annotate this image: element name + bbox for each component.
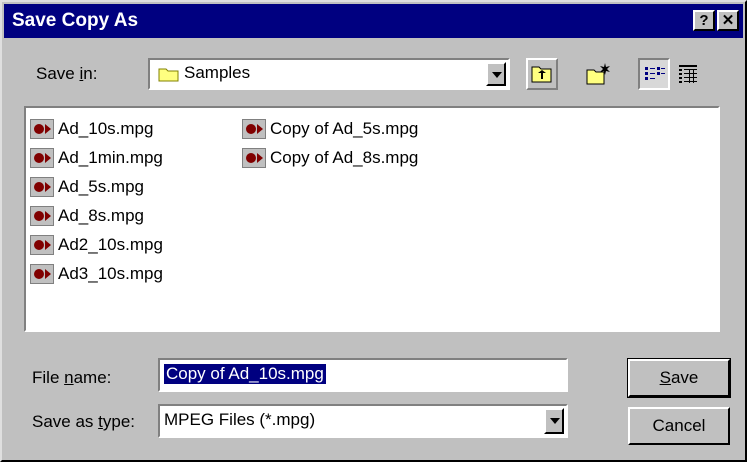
save-button[interactable]: Save [627, 358, 731, 398]
save-as-type-label-suffix: ype: [102, 412, 136, 431]
details-view-icon [679, 65, 697, 83]
file-name-label-accel: n [64, 368, 74, 387]
close-button[interactable]: ✕ [717, 10, 739, 31]
help-button[interactable]: ? [693, 10, 715, 31]
folder-icon [158, 68, 179, 82]
file-list-item[interactable]: Ad_10s.mpg [30, 114, 163, 143]
save-button-label: ave [670, 368, 699, 387]
file-list-item-name: Ad_5s.mpg [58, 176, 144, 196]
video-file-icon [242, 118, 266, 139]
save-in-dropdown-button[interactable] [486, 62, 506, 86]
save-as-type-label: Save as type: [32, 412, 135, 432]
save-in-label: Save in: [36, 64, 97, 84]
file-list-item-name: Ad_1min.mpg [58, 147, 163, 167]
file-name-label: File name: [32, 368, 111, 388]
save-in-label-suffix: n: [83, 64, 98, 83]
file-name-label-suffix: ame: [73, 368, 112, 387]
details-view-button[interactable] [672, 58, 704, 90]
dialog-title: Save Copy As [12, 10, 139, 31]
video-file-icon [242, 147, 266, 168]
video-file-icon [30, 147, 54, 168]
file-list-item-name: Copy of Ad_5s.mpg [270, 118, 419, 138]
save-in-label-prefix: Save [36, 64, 80, 83]
up-one-level-button[interactable] [526, 58, 558, 90]
file-list-column-1: Ad_10s.mpg Ad_1min.mpg Ad_5s.mpg Ad_8s.mpg A… [30, 114, 163, 288]
file-list-item[interactable]: Copy of Ad_5s.mpg [242, 114, 418, 143]
save-as-type-dropdown-button[interactable] [544, 408, 564, 434]
new-folder-icon [586, 63, 610, 85]
file-name-value: Copy of Ad_10s.mpg [164, 364, 326, 384]
file-list-item-name: Ad_10s.mpg [58, 118, 154, 138]
cancel-button[interactable]: Cancel [628, 407, 730, 445]
file-list[interactable]: Ad_10s.mpg Ad_1min.mpg Ad_5s.mpg Ad_8s.mpg A… [24, 106, 720, 332]
file-name-input[interactable]: Copy of Ad_10s.mpg [158, 358, 568, 392]
file-list-column-2: Copy of Ad_5s.mpg Copy of Ad_8s.mpg [242, 114, 418, 172]
save-copy-as-dialog: Save Copy As ? ✕ Save in: Samples Ad_10s… [0, 0, 747, 462]
save-in-value: Samples [184, 63, 251, 82]
file-name-label-prefix: File [32, 368, 65, 387]
file-list-item-name: Ad2_10s.mpg [58, 234, 163, 254]
file-list-item-name: Ad3_10s.mpg [58, 263, 163, 283]
file-list-item[interactable]: Ad2_10s.mpg [30, 230, 163, 259]
file-list-item[interactable]: Ad_5s.mpg [30, 172, 163, 201]
save-as-type-label-prefix: Save as [32, 412, 99, 431]
file-list-item[interactable]: Ad_8s.mpg [30, 201, 163, 230]
save-in-combo[interactable]: Samples [148, 58, 510, 90]
title-bar[interactable]: Save Copy As ? ✕ [4, 4, 743, 38]
video-file-icon [30, 234, 54, 255]
list-view-icon [645, 67, 665, 80]
video-file-icon [30, 118, 54, 139]
save-as-type-combo[interactable]: MPEG Files (*.mpg) [158, 404, 568, 438]
file-list-item-name: Copy of Ad_8s.mpg [270, 147, 419, 167]
new-folder-button[interactable] [582, 58, 614, 90]
file-list-item[interactable]: Ad3_10s.mpg [30, 259, 163, 288]
save-as-type-value: MPEG Files (*.mpg) [164, 410, 316, 429]
file-list-item[interactable]: Copy of Ad_8s.mpg [242, 143, 418, 172]
file-list-item-name: Ad_8s.mpg [58, 205, 144, 225]
video-file-icon [30, 263, 54, 284]
up-folder-icon [531, 66, 552, 83]
video-file-icon [30, 176, 54, 197]
video-file-icon [30, 205, 54, 226]
list-view-button[interactable] [638, 58, 670, 90]
file-list-item[interactable]: Ad_1min.mpg [30, 143, 163, 172]
save-button-accel: S [659, 368, 671, 387]
